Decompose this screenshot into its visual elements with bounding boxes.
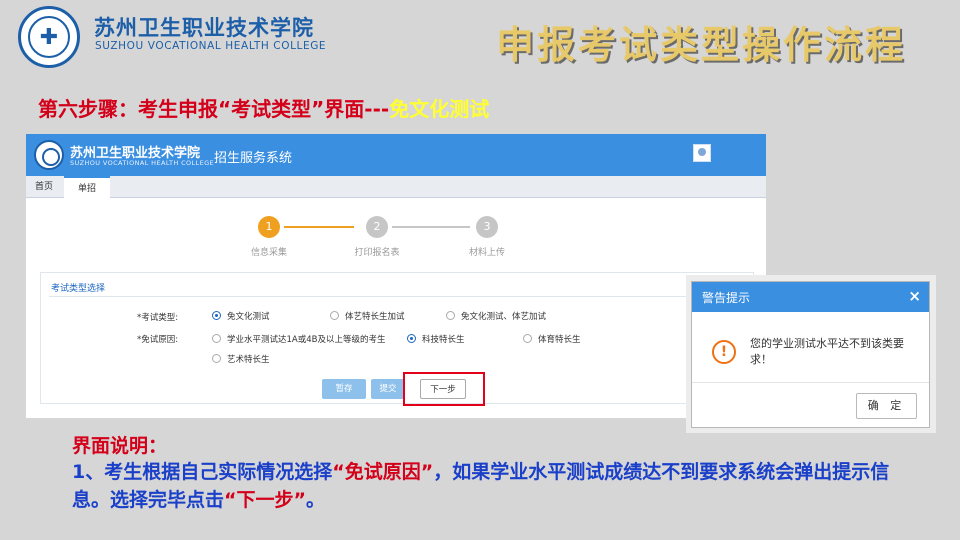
step-heading-highlight: 免文化测试	[389, 97, 490, 121]
reason-option-3[interactable]: 体育特长生	[538, 333, 581, 345]
step-heading-prefix: 第六步骤：考生申报“考试类型”界面---	[38, 97, 390, 121]
close-icon[interactable]: ×	[908, 287, 921, 305]
exam-type-option-2[interactable]: 体艺特长生加试	[345, 310, 405, 322]
radio-exam-type-3[interactable]	[446, 311, 455, 320]
exempt-reason-label: *免试原因:	[137, 335, 179, 345]
app-screenshot: 苏州卫生职业技术学院 SUZHOU VOCATIONAL HEALTH COLL…	[26, 134, 766, 418]
exam-type-label: *考试类型:	[137, 313, 179, 323]
explain-part-3: 。	[306, 489, 326, 511]
reason-option-4[interactable]: 艺术特长生	[227, 353, 270, 365]
radio-reason-3[interactable]	[523, 334, 532, 343]
form-divider	[49, 296, 747, 297]
exam-type-option-3[interactable]: 免文化测试、体艺加试	[461, 310, 546, 322]
user-avatar-icon[interactable]	[693, 144, 711, 162]
explanation-body: 1、考生根据自己实际情况选择“免试原因”，如果学业水平测试成绩达不到要求系统会弹…	[72, 458, 902, 514]
reason-option-2[interactable]: 科技特长生	[422, 333, 465, 345]
step-1-label: 信息采集	[250, 248, 287, 258]
college-name-en: SUZHOU VOCATIONAL HEALTH COLLEGE	[95, 40, 327, 52]
dialog-header: 警告提示 ×	[692, 282, 929, 312]
explanation-title: 界面说明：	[72, 435, 168, 457]
app-college-en: SUZHOU VOCATIONAL HEALTH COLLEGE	[70, 159, 215, 167]
app-tab-bar: 首页 单招	[26, 176, 766, 198]
slide-title: 申报考试类型操作流程	[496, 23, 907, 67]
radio-exam-type-1[interactable]	[212, 311, 221, 320]
college-name-cn: 苏州卫生职业技术学院	[94, 16, 314, 40]
step-3-label: 材料上传	[468, 248, 505, 258]
explain-quote-1: “免试原因”	[332, 461, 434, 483]
college-logo: ✚	[18, 6, 80, 68]
dialog-title: 警告提示	[702, 291, 751, 305]
dialog-message: 您的学业测试水平达不到该类要求！	[750, 337, 904, 366]
highlight-box	[403, 372, 485, 406]
reason-option-1[interactable]: 学业水平测试达1A或4B及以上等级的考生	[227, 333, 385, 345]
radio-reason-1[interactable]	[212, 334, 221, 343]
tab-home[interactable]: 首页	[26, 176, 62, 198]
radio-reason-2[interactable]	[407, 334, 416, 343]
radio-reason-4[interactable]	[212, 354, 221, 363]
radio-exam-type-2[interactable]	[330, 311, 339, 320]
step-2-circle: 2	[366, 216, 388, 238]
step-connector-2	[392, 226, 470, 228]
step-2-label: 打印报名表	[354, 248, 400, 258]
warning-icon: !	[712, 340, 736, 364]
submit-button[interactable]: 提交	[371, 379, 405, 399]
explain-part-1: 1、考生根据自己实际情况选择	[72, 461, 333, 483]
form-section-title: 考试类型选择	[51, 284, 106, 294]
app-logo-icon	[34, 140, 64, 170]
step-3-circle: 3	[476, 216, 498, 238]
explain-quote-2: “下一步”	[224, 489, 306, 511]
step-1-circle: 1	[258, 216, 280, 238]
tab-single-enroll[interactable]: 单招	[64, 176, 110, 198]
warning-dialog: 警告提示 × ! 您的学业测试水平达不到该类要求！ 确 定	[691, 281, 930, 428]
step-heading: 第六步骤：考生申报“考试类型”界面---免文化测试	[38, 93, 489, 122]
step-connector-1	[284, 226, 354, 228]
exam-type-option-1[interactable]: 免文化测试	[227, 310, 270, 322]
app-header: 苏州卫生职业技术学院 SUZHOU VOCATIONAL HEALTH COLL…	[26, 134, 766, 176]
save-draft-button[interactable]: 暂存	[322, 379, 366, 399]
confirm-button[interactable]: 确 定	[856, 393, 917, 419]
dialog-divider	[692, 382, 929, 383]
logo-emblem-icon: ✚	[28, 16, 70, 58]
app-system-name: 招生服务系统	[214, 151, 293, 166]
